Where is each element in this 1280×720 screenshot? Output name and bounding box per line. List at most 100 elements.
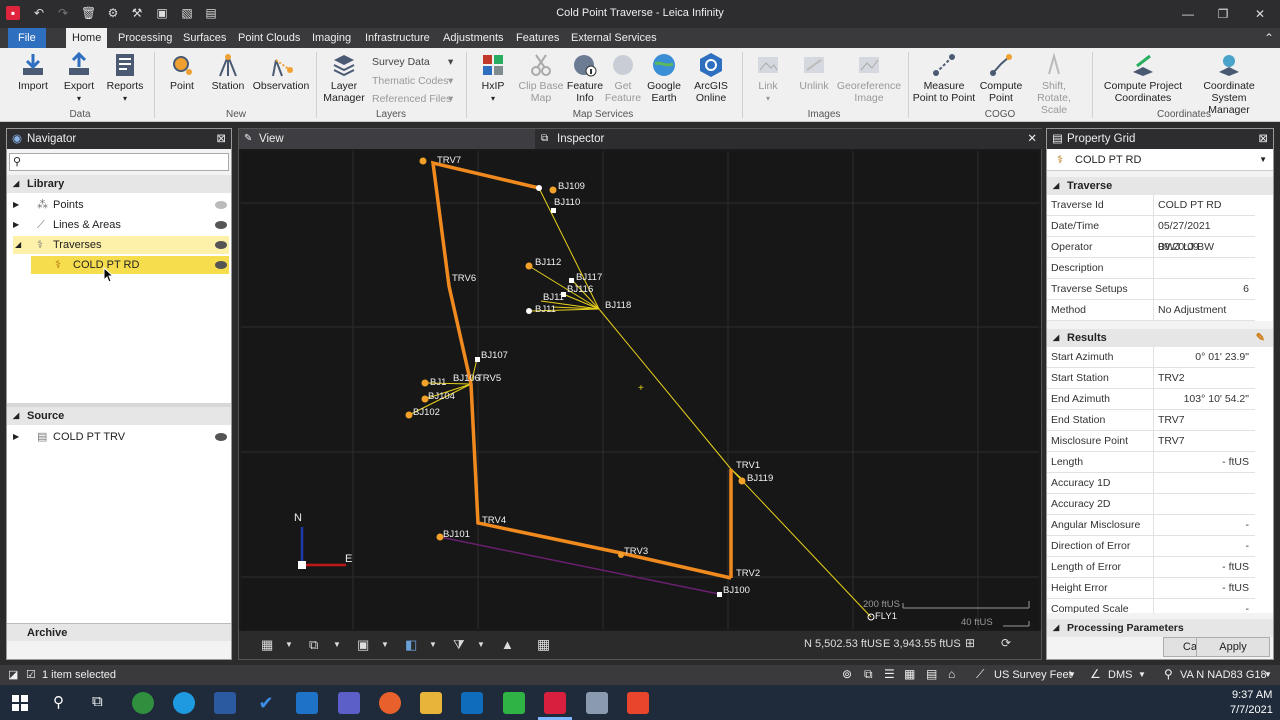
processing-parameters-section[interactable]: ◢ Processing Parameters — [1047, 619, 1273, 637]
dropdown-arrow-icon[interactable]: ▼ — [429, 640, 437, 649]
table-icon[interactable]: ▤ — [926, 667, 937, 681]
select-tool-icon[interactable]: ⧉ — [864, 667, 873, 682]
firefox-icon[interactable] — [379, 692, 401, 714]
arcgis-online-button[interactable]: ArcGIS Online — [690, 52, 732, 104]
property-row[interactable]: Method No Adjustment — [1047, 300, 1255, 321]
recorder-icon[interactable] — [627, 692, 649, 714]
visibility-eye-icon[interactable] — [215, 201, 227, 209]
shift-rotate-scale-button[interactable]: Shift, Rotate, Scale — [1024, 52, 1084, 116]
close-button[interactable]: ✕ — [1250, 6, 1270, 22]
tree-item-lines-areas[interactable]: ▶ ⟋ Lines & Areas — [13, 216, 229, 234]
survey-data-dropdown[interactable]: Survey Data ▾ — [372, 56, 458, 68]
tree-item-cold-pt-rd[interactable]: ⚕ COLD PT RD — [31, 256, 229, 274]
visibility-eye-icon[interactable] — [215, 241, 227, 249]
chevron-down-icon[interactable]: ▼ — [1138, 670, 1146, 679]
georeference-image-button[interactable]: Georeference Image — [836, 52, 902, 104]
clip-base-map-button[interactable]: Clip Base Map — [518, 52, 564, 104]
search-icon[interactable]: ⚲ — [53, 693, 64, 711]
referenced-files-dropdown[interactable]: Referenced Files ▾ — [372, 93, 458, 105]
tree-item-points[interactable]: ▶ ⁂ Points — [13, 196, 229, 214]
property-row[interactable]: Traverse Id COLD PT RD — [1047, 195, 1255, 216]
visibility-eye-icon[interactable] — [215, 433, 227, 441]
filter-icon[interactable]: ⧩ — [453, 637, 465, 653]
list-icon[interactable]: ☰ — [884, 667, 895, 681]
dropdown-arrow-icon[interactable]: ▼ — [333, 640, 341, 649]
dropdown-arrow-icon[interactable]: ▼ — [285, 640, 293, 649]
checkbox-icon[interactable]: ☑ — [26, 668, 36, 681]
property-row[interactable]: Start Station TRV2 — [1047, 368, 1255, 389]
snap-icon[interactable]: ⊚ — [842, 667, 852, 681]
archive-icon[interactable]: ⌂ — [948, 667, 955, 681]
app-icon[interactable] — [586, 692, 608, 714]
grid-icon[interactable]: ▦ — [904, 667, 915, 681]
save-app-icon[interactable] — [214, 692, 236, 714]
teams-icon[interactable] — [338, 692, 360, 714]
library-section[interactable]: ◢ Library — [7, 175, 231, 193]
tab-surfaces[interactable]: Surfaces — [177, 28, 232, 48]
chevron-down-icon[interactable]: ▼ — [1068, 670, 1076, 679]
close-property-grid-icon[interactable]: ⊠ — [1258, 129, 1268, 149]
tree-item-traverses[interactable]: ◢ ⚕ Traverses — [13, 236, 229, 254]
get-feature-button[interactable]: Get Feature — [604, 52, 642, 104]
property-row[interactable]: Accuracy 1D — [1047, 473, 1255, 494]
mail-icon[interactable] — [296, 692, 318, 714]
tab-view[interactable]: ✎ View — [239, 129, 535, 149]
property-row[interactable]: Traverse Setups 6 — [1047, 279, 1255, 300]
property-row[interactable]: End Azimuth 103° 10' 54.2" — [1047, 389, 1255, 410]
tree-item-cold-pt-trv[interactable]: ▶ ▤ COLD PT TRV — [13, 428, 229, 446]
map-canvas[interactable]: + N E 200 ftUS 40 ftUS TRV7 BJ109 BJ110 … — [241, 151, 1039, 629]
property-row[interactable]: Start Azimuth 0° 01' 23.9" — [1047, 347, 1255, 368]
layers-view-icon[interactable]: ▣ — [357, 637, 369, 653]
export-button[interactable]: Export ▾ — [58, 52, 100, 105]
maximize-button[interactable]: ❐ — [1213, 6, 1233, 22]
layer-manager-button[interactable]: Layer Manager — [322, 52, 366, 104]
unlink-button[interactable]: Unlink — [794, 52, 834, 92]
zoom-extent-icon[interactable]: ⊞ — [965, 636, 975, 650]
file-explorer-icon[interactable] — [420, 692, 442, 714]
property-row[interactable]: Height Error - ftUS — [1047, 578, 1255, 599]
station-button[interactable]: Station — [208, 52, 248, 92]
import-button[interactable]: Import — [12, 52, 54, 92]
terrain-icon[interactable]: ▲ — [501, 637, 514, 652]
thematic-codes-dropdown[interactable]: Thematic Codes ▾ — [372, 75, 458, 87]
close-navigator-icon[interactable]: ⊠ — [216, 129, 226, 149]
tab-home[interactable]: Home — [66, 28, 108, 48]
visibility-eye-icon[interactable] — [215, 261, 227, 269]
edge-icon[interactable] — [173, 692, 195, 714]
tab-features[interactable]: Features — [510, 28, 565, 48]
google-earth-button[interactable]: Google Earth — [644, 52, 684, 104]
navigator-search-input[interactable] — [26, 155, 226, 169]
browser-icon[interactable] — [132, 692, 154, 714]
object-selector[interactable]: ⚕ COLD PT RD ▼ — [1047, 149, 1273, 171]
archive-section[interactable]: Archive — [7, 623, 231, 641]
tab-processing[interactable]: Processing — [112, 28, 178, 48]
property-row[interactable]: Misclosure Point TRV7 — [1047, 431, 1255, 452]
feature-info-button[interactable]: Feature Info — [564, 52, 606, 104]
tab-infrastructure[interactable]: Infrastructure — [359, 28, 436, 48]
property-row[interactable]: Description — [1047, 258, 1255, 279]
edit-pencil-icon[interactable]: ✎ — [1256, 329, 1265, 347]
navigator-search[interactable]: ⚲ — [9, 153, 229, 171]
select-tool-icon[interactable]: ⧉ — [309, 637, 318, 653]
cube-icon[interactable]: ◧ — [405, 637, 417, 653]
chevron-down-icon[interactable]: ▼ — [1264, 670, 1272, 679]
refresh-icon[interactable]: ⟳ — [1001, 636, 1011, 650]
windows-start-icon[interactable] — [12, 695, 28, 711]
reports-button[interactable]: Reports ▾ — [104, 52, 146, 105]
compute-point-button[interactable]: Compute Point — [978, 52, 1024, 104]
angle-format-selector[interactable]: DMS — [1108, 669, 1132, 681]
apply-button[interactable]: Apply — [1196, 637, 1270, 657]
minimize-button[interactable]: — — [1178, 6, 1198, 22]
visibility-eye-icon[interactable] — [215, 221, 227, 229]
property-row[interactable]: Length - ftUS — [1047, 452, 1255, 473]
property-row[interactable]: Date/Time 05/27/2021 09:20:09 — [1047, 216, 1255, 253]
point-button[interactable]: Point — [162, 52, 202, 92]
dropdown-arrow-icon[interactable]: ▼ — [381, 640, 389, 649]
property-row[interactable]: Direction of Error - — [1047, 536, 1255, 557]
traverse-section[interactable]: ◢ Traverse — [1047, 177, 1273, 195]
source-section[interactable]: ◢ Source — [7, 407, 231, 425]
property-row[interactable]: Operator BWJ LJ BW — [1047, 237, 1255, 258]
tab-point-clouds[interactable]: Point Clouds — [232, 28, 306, 48]
coordinate-system-manager-button[interactable]: Coordinate System Manager — [1190, 52, 1268, 116]
tab-external-services[interactable]: External Services — [565, 28, 663, 48]
